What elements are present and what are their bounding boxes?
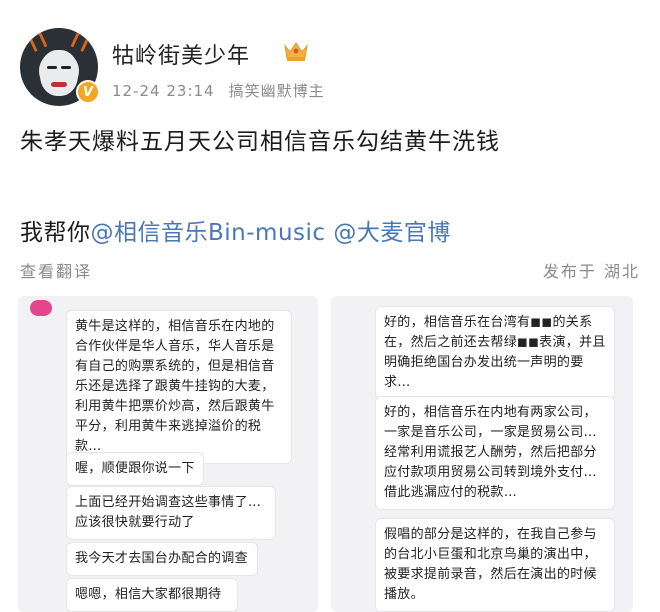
chat-screenshot-left[interactable]: 黄牛是这样的，相信音乐在内地的合作伙伴是华人音乐，华人音乐是有自己的购票系统的，… — [18, 296, 318, 612]
verified-badge-icon: V — [76, 80, 100, 104]
chat-screenshot-right[interactable]: 好的，相信音乐在台湾有◼◼的关系在，然后之前还去帮绿◼◼表演，并且明确拒绝国台办… — [331, 296, 633, 612]
post-text-prefix: 我帮你 — [20, 220, 91, 246]
chat-bubble: 喔，顺便跟你说一下 — [66, 452, 204, 486]
antler-decoration — [26, 28, 48, 53]
chat-bubble: 嗯嗯，相信大家都很期待 — [66, 578, 238, 612]
chat-bubble: 好的，相信音乐在台湾有◼◼的关系在，然后之前还去帮绿◼◼表演，并且明确拒绝国台办… — [375, 306, 615, 400]
location-label: 发布于 湖北 — [542, 262, 640, 281]
chat-avatar — [30, 300, 52, 316]
user-tag: 搞笑幽默博主 — [228, 82, 325, 100]
username[interactable]: 牯岭街美少年 — [112, 38, 250, 70]
avatar-mouth — [51, 82, 67, 87]
chat-bubble: 上面已经开始调查这些事情了…应该很快就要行动了 — [66, 486, 276, 540]
chat-bubble: 黄牛是这样的，相信音乐在内地的合作伙伴是华人音乐，华人音乐是有自己的购票系统的，… — [66, 310, 292, 464]
timestamp: 12-24 23:14 — [112, 82, 215, 100]
avatar-eye — [47, 66, 57, 69]
avatar-face — [40, 50, 78, 96]
antler-decoration — [70, 28, 92, 53]
post-mentions-line: 我帮你@相信音乐Bin-music @大麦官博 — [20, 213, 451, 247]
translate-link[interactable]: 查看翻译 — [20, 258, 92, 282]
chat-bubble: 好的，相信音乐在内地有两家公司，一家是音乐公司，一家是贸易公司…经常利用谎报艺人… — [375, 396, 615, 510]
crown-icon[interactable] — [282, 38, 310, 64]
chat-bubble: 假唱的部分是这样的，在我自己参与的台北小巨蛋和北京鸟巢的演出中，被要求提前录音，… — [375, 518, 615, 612]
avatar-eye — [61, 66, 71, 69]
mention-link[interactable]: @大麦官博 — [333, 220, 451, 246]
mention-link[interactable]: @相信音乐Bin-music — [91, 220, 326, 246]
chat-bubble: 我今天才去国台办配合的调查 — [66, 542, 258, 576]
post-meta: 12-24 23:14 搞笑幽默博主 — [112, 80, 325, 101]
post-header: V 牯岭街美少年 12-24 23:14 搞笑幽默博主 — [20, 28, 640, 108]
post-text: 朱孝天爆料五月天公司相信音乐勾结黄牛洗钱 — [20, 129, 500, 155]
